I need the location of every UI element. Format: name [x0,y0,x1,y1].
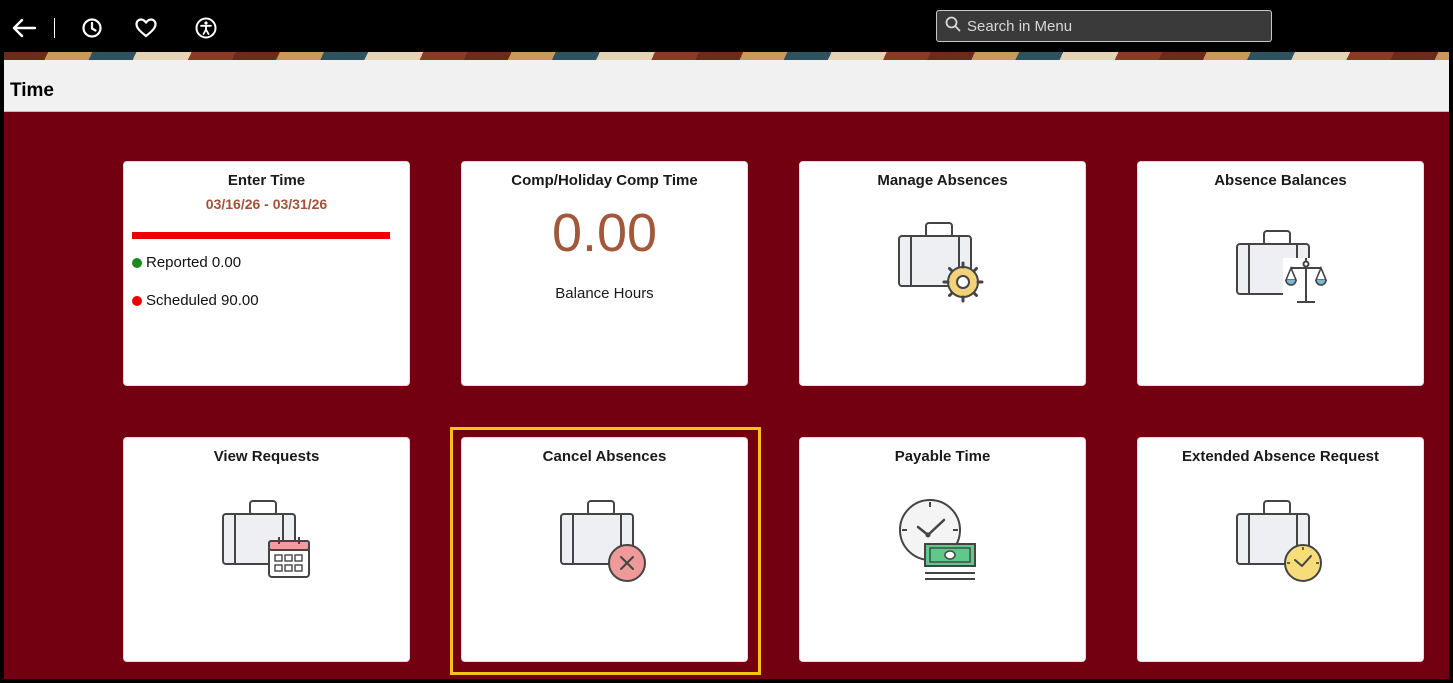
page-title-bar: Time [4,60,1449,112]
tile-title: Payable Time [894,448,991,465]
tile-title: Absence Balances [1214,172,1347,189]
briefcase-scale-icon [1231,228,1331,323]
scheduled-hours: Scheduled 90.00 [132,292,259,309]
scheduled-label: Scheduled 90.00 [146,292,259,309]
tile-absence-balances[interactable]: Absence Balances [1137,161,1424,386]
page-title: Time [10,80,55,101]
back-arrow-icon[interactable] [10,14,38,42]
scheduled-dot-icon [132,295,142,306]
time-progress-bar [132,232,390,239]
reported-hours: Reported 0.00 [132,254,241,271]
tile-view-requests[interactable]: View Requests [123,437,410,662]
reported-dot-icon [132,257,142,268]
tile-comp-time[interactable]: Comp/Holiday Comp Time 0.00 Balance Hour… [461,161,748,386]
favorites-heart-icon[interactable] [132,14,160,42]
decorative-banner [4,52,1449,60]
accessibility-icon[interactable] [192,14,220,42]
tile-title: Extended Absence Request [1182,448,1379,465]
tile-extended-absence-request[interactable]: Extended Absence Request [1137,437,1424,662]
tile-title: View Requests [213,448,320,465]
tile-title: Comp/Holiday Comp Time [511,172,698,189]
comp-balance-value: 0.00 [551,203,658,263]
time-period: 03/16/26 - 03/31/26 [205,196,328,212]
navbar-separator [54,18,55,38]
search-icon [945,16,961,36]
selected-tile-highlight [450,427,761,675]
comp-balance-label: Balance Hours [555,285,654,302]
menu-search-input[interactable]: Search in Menu [936,10,1272,42]
tile-title: Manage Absences [877,172,1008,189]
briefcase-clock-icon [1231,498,1331,593]
top-navbar: Search in Menu [4,4,1449,52]
tile-enter-time[interactable]: Enter Time 03/16/26 - 03/31/26 Reported … [123,161,410,386]
recent-history-icon[interactable] [78,14,106,42]
briefcase-calendar-icon [217,498,317,593]
reported-label: Reported 0.00 [146,254,242,271]
tile-manage-absences[interactable]: Manage Absences [799,161,1086,386]
clock-money-icon [893,498,993,599]
search-placeholder: Search in Menu [967,17,1073,35]
briefcase-gear-icon [893,220,993,315]
tile-payable-time[interactable]: Payable Time [799,437,1086,662]
app-frame: Search in Menu Time Enter Time 03/16/26 … [4,4,1449,679]
tile-title: Enter Time [227,172,306,189]
